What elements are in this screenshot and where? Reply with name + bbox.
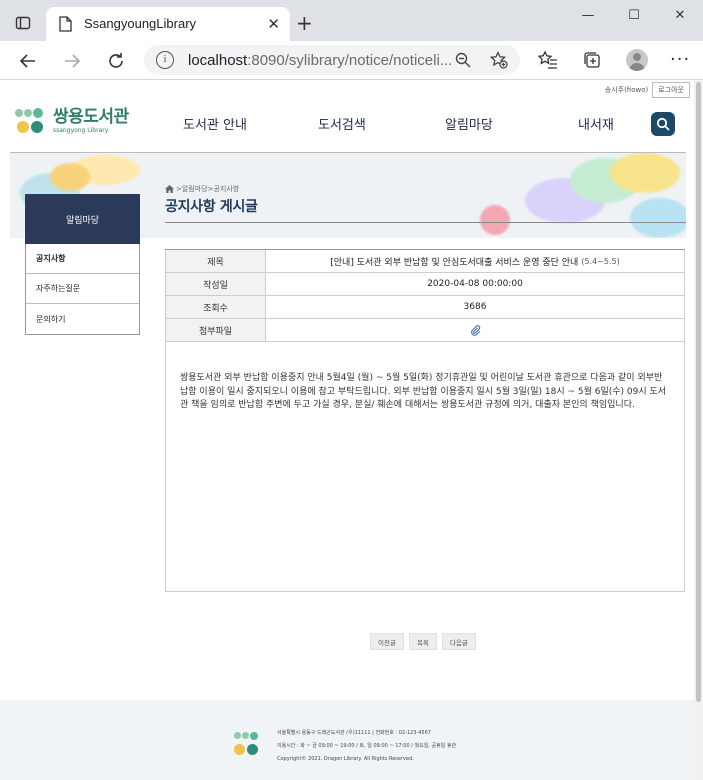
date-label: 작성일 — [165, 273, 265, 295]
post-date: 2020-04-08 00:00:00 — [265, 273, 685, 295]
logo-mark-icon — [15, 107, 45, 135]
scrollbar-thumb[interactable] — [696, 82, 701, 702]
table-row: 제목 [안내] 도서관 외부 반납함 및 안심도서대출 서비스 운영 중단 안내… — [165, 250, 685, 273]
tab-title: SsangyoungLibrary — [84, 16, 197, 31]
window-controls: — ☐ ✕ — [565, 0, 703, 30]
back-icon[interactable] — [16, 49, 40, 73]
post-navigation: 이전글 목록 다음글 — [370, 633, 476, 650]
address-bar[interactable]: i localhost:8090/sylibrary/notice/notice… — [144, 45, 520, 75]
footer-logo-icon — [232, 732, 260, 758]
search-button[interactable] — [651, 112, 675, 136]
table-row: 작성일 2020-04-08 00:00:00 — [165, 273, 685, 296]
paperclip-icon[interactable] — [470, 324, 481, 336]
browser-tab-bar: SsangyoungLibrary ✕ + — ☐ ✕ — [0, 0, 703, 41]
prev-post-button[interactable]: 이전글 — [370, 633, 404, 650]
breadcrumb-path: >알림마당>공지사항 — [176, 185, 240, 193]
footer-info: 서울특별시 용동구 드래곤도서관 (우)11111 | 전화번호 : 02-12… — [277, 727, 456, 766]
sidebar-item-faq[interactable]: 자주하는질문 — [26, 274, 139, 304]
maximize-icon[interactable]: ☐ — [611, 0, 657, 30]
sidebar-item-notice[interactable]: 공지사항 — [26, 244, 139, 274]
sidebar-item-inquiry[interactable]: 문의하기 — [26, 304, 139, 334]
post-subject-period: (5.4~5.5) — [581, 256, 620, 266]
search-icon — [656, 117, 670, 131]
page-icon — [59, 16, 72, 32]
zoom-out-icon[interactable] — [454, 51, 472, 69]
minimize-icon[interactable]: — — [565, 0, 611, 30]
page-scrollbar[interactable] — [694, 80, 703, 780]
sidebar-menu: 공지사항 자주하는질문 문의하기 — [25, 244, 140, 335]
page-viewport: 송시주(fiowo) 로그아웃 쌍용도서관 ssangyong Library … — [0, 80, 703, 780]
brand-subtitle: ssangyong Library — [53, 127, 109, 134]
sidebar-title: 알림마당 — [25, 194, 140, 244]
title-divider — [165, 222, 686, 223]
footer-hours: 이용시간 : 화 ~ 금 09:00 ~ 19:00 / 토, 일 09:00 … — [277, 743, 457, 749]
attachment-label: 첨부파일 — [165, 319, 265, 341]
browser-menu-icon[interactable]: ··· — [670, 49, 690, 70]
list-button[interactable]: 목록 — [408, 633, 437, 650]
new-tab-icon[interactable]: + — [296, 13, 313, 33]
user-bar: 송시주(fiowo) 로그아웃 — [560, 82, 690, 98]
tab-actions-button[interactable] — [8, 10, 38, 36]
table-row: 조회수 3686 — [165, 296, 685, 319]
post-content: 쌍용도서관 외부 반납함 이용중지 안내 5월4일 (월) ~ 5월 5일(화)… — [165, 342, 685, 592]
attachment-cell — [265, 319, 685, 341]
next-post-button[interactable]: 다음글 — [441, 633, 476, 650]
site-footer: 서울특별시 용동구 드래곤도서관 (우)11111 | 전화번호 : 02-12… — [0, 700, 694, 780]
site-logo[interactable]: 쌍용도서관 ssangyong Library — [15, 107, 129, 135]
post-detail-table: 제목 [안내] 도서관 외부 반납함 및 안심도서대출 서비스 운영 중단 안내… — [165, 249, 685, 342]
brand-name: 쌍용도서관 — [53, 107, 129, 127]
collections-icon[interactable] — [582, 50, 602, 70]
forward-icon[interactable] — [60, 49, 84, 73]
post-subject: [안내] 도서관 외부 반납함 및 안심도서대출 서비스 운영 중단 안내 — [330, 257, 579, 268]
breadcrumb: >알림마당>공지사항 — [165, 184, 239, 194]
add-favorite-icon[interactable] — [490, 51, 508, 69]
views-label: 조회수 — [165, 296, 265, 318]
logout-button[interactable]: 로그아웃 — [652, 82, 690, 98]
footer-copyright: Copyright© 2021. Dragon Library. All Rig… — [277, 756, 414, 762]
favorites-icon[interactable] — [538, 50, 558, 70]
reload-icon[interactable] — [104, 49, 128, 73]
tab-actions-icon — [15, 16, 31, 30]
home-icon[interactable] — [165, 185, 174, 193]
url-host: localhost — [188, 52, 248, 69]
post-views: 3686 — [265, 296, 685, 318]
table-row: 첨부파일 — [165, 319, 685, 342]
user-name: 송시주(fiowo) — [604, 86, 649, 94]
browser-toolbar: i localhost:8090/sylibrary/notice/notice… — [0, 41, 703, 80]
footer-address: 서울특별시 용동구 드래곤도서관 (우)11111 | 전화번호 : 02-12… — [277, 730, 431, 736]
url-path: :8090/sylibrary/notice/noticeli... — [247, 52, 453, 69]
url-text[interactable]: localhost:8090/sylibrary/notice/noticeli… — [188, 52, 452, 69]
nav-notice-board[interactable]: 알림마당 — [445, 114, 493, 133]
window-close-icon[interactable]: ✕ — [657, 0, 703, 30]
profile-avatar[interactable] — [626, 49, 648, 71]
nav-library-info[interactable]: 도서관 안내 — [183, 114, 247, 133]
subject-label: 제목 — [165, 250, 265, 272]
browser-tab[interactable]: SsangyoungLibrary ✕ — [46, 7, 290, 41]
site-info-icon[interactable]: i — [156, 51, 174, 69]
nav-my-library[interactable]: 내서재 — [578, 114, 614, 133]
nav-book-search[interactable]: 도서검색 — [318, 114, 366, 133]
page-title: 공지사항 게시글 — [165, 199, 258, 215]
subject-cell: [안내] 도서관 외부 반납함 및 안심도서대출 서비스 운영 중단 안내 (5… — [265, 250, 685, 272]
tab-close-icon[interactable]: ✕ — [267, 16, 280, 32]
post-body: 쌍용도서관 외부 반납함 이용중지 안내 5월4일 (월) ~ 5월 5일(화)… — [180, 373, 667, 410]
